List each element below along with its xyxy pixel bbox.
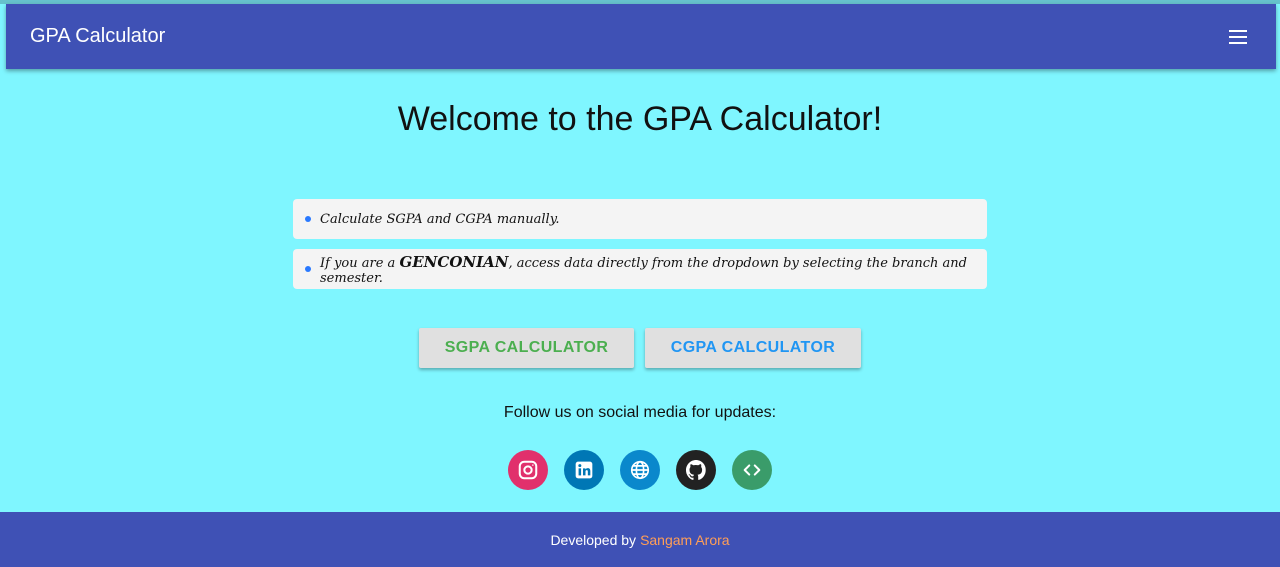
info-item-text: Calculate SGPA and CGPA manually. <box>320 211 560 227</box>
code-icon[interactable] <box>732 450 772 490</box>
menu-line <box>1229 29 1247 32</box>
info-item-genconian: If you are a GENCONIAN, access data dire… <box>293 249 987 289</box>
app-title[interactable]: GPA Calculator <box>30 25 165 48</box>
follow-text: Follow us on social media for updates: <box>503 404 777 421</box>
bullet-icon <box>305 216 311 222</box>
cgpa-calculator-button[interactable]: CGPA CALCULATOR <box>645 328 861 368</box>
page-title: Welcome to the GPA Calculator! <box>397 100 883 138</box>
linkedin-icon[interactable] <box>564 450 604 490</box>
menu-line <box>1229 35 1247 38</box>
developed-by-label: Developed by <box>550 531 637 548</box>
author-link[interactable]: Sangam Arora <box>640 532 730 548</box>
bullet-icon <box>305 266 311 272</box>
info-prefix: If you are a <box>320 255 400 271</box>
info-item-text: If you are a GENCONIAN, access data dire… <box>320 253 987 286</box>
sgpa-calculator-button[interactable]: SGPA CALCULATOR <box>419 328 634 368</box>
info-item-manual: Calculate SGPA and CGPA manually. <box>293 199 987 239</box>
genconian-highlight: GENCONIAN <box>399 252 509 271</box>
navbar: GPA Calculator <box>6 4 1276 69</box>
github-icon[interactable] <box>676 450 716 490</box>
globe-icon[interactable] <box>620 450 660 490</box>
hamburger-menu-icon[interactable] <box>1224 23 1252 51</box>
instagram-icon[interactable] <box>508 450 548 490</box>
menu-line <box>1229 41 1247 44</box>
footer: Developed by Sangam Arora <box>0 512 1280 567</box>
